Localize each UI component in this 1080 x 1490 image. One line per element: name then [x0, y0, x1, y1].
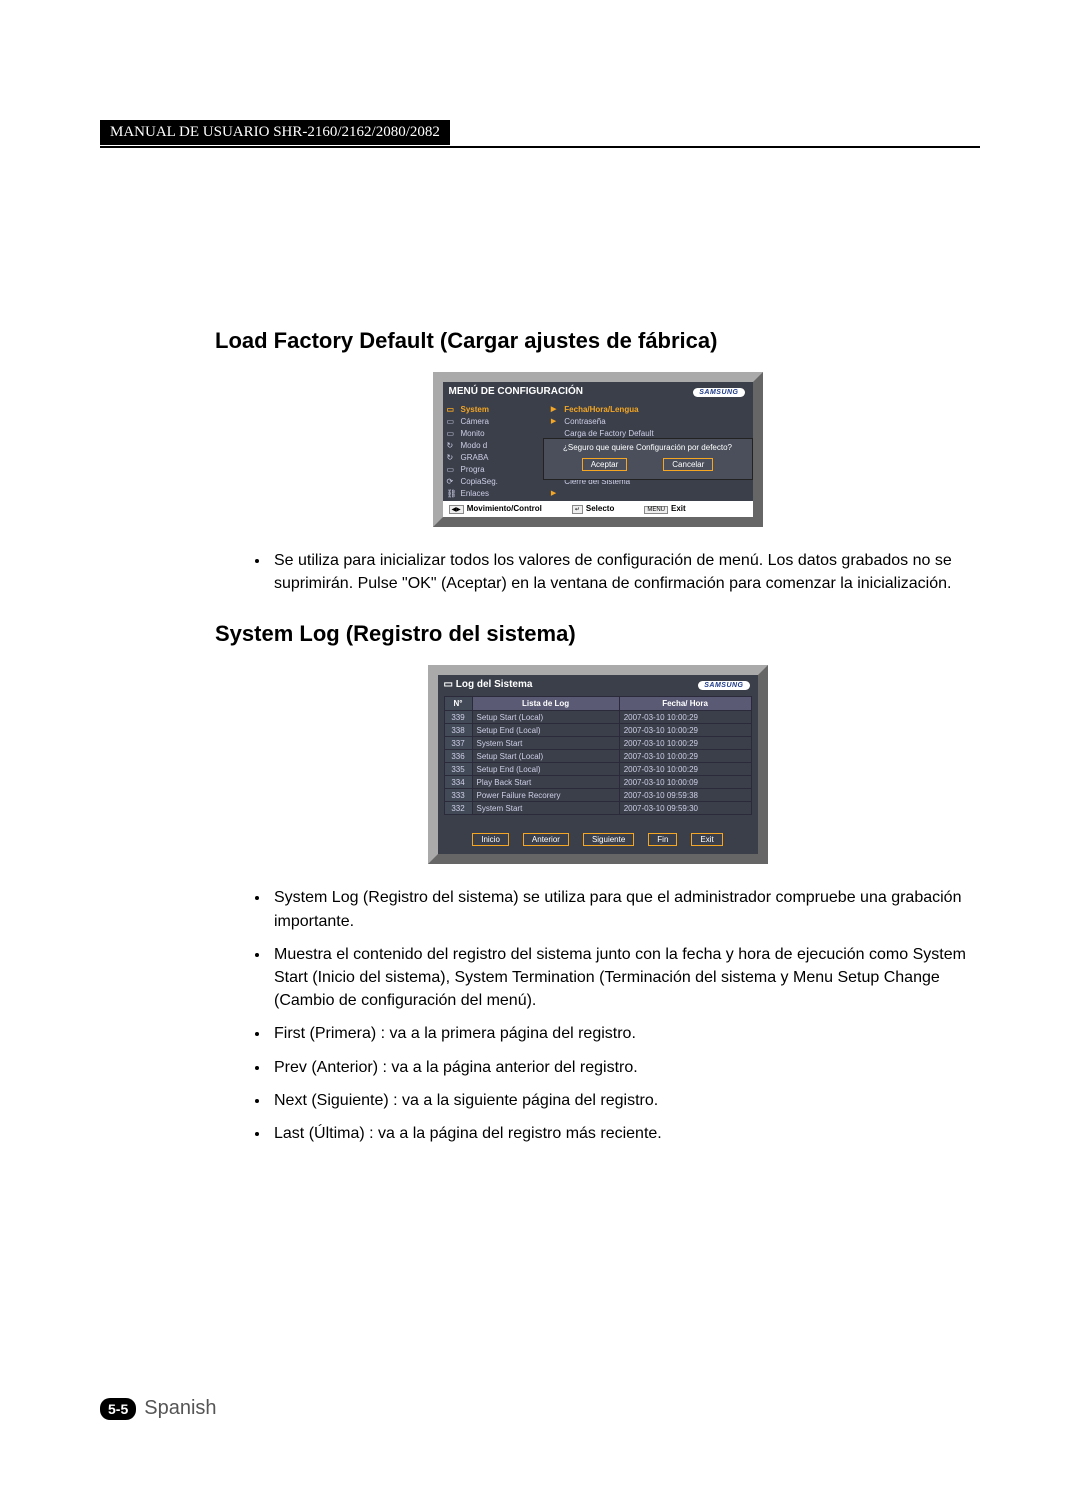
cancel-button[interactable]: Cancelar: [663, 458, 713, 471]
table-row: 334Play Back Start2007-03-10 10:00:09: [444, 776, 751, 789]
section1-heading: Load Factory Default (Cargar ajustes de …: [215, 328, 980, 354]
table-row: 335Setup End (Local)2007-03-10 10:00:29: [444, 763, 751, 776]
factory-default-screenshot: SAMSUNG MENÚ DE CONFIGURACIÓN ▭System▶ ▭…: [433, 372, 763, 527]
section2-heading: System Log (Registro del sistema): [215, 621, 980, 647]
submenu-date[interactable]: Fecha/Hora/Lengua: [564, 403, 748, 415]
bullet-text: First (Primera) : va a la primera página…: [270, 1022, 980, 1045]
menu-item-camera[interactable]: ▭Cámera▶: [447, 415, 557, 427]
table-row: 336Setup Start (Local)2007-03-10 10:00:2…: [444, 750, 751, 763]
menu-item-system[interactable]: ▭System▶: [447, 403, 557, 415]
log-table: N° Lista de Log Fecha/ Hora 339Setup Sta…: [444, 696, 752, 815]
dialog-message: ¿Seguro que quiere Configuración por def…: [550, 443, 746, 452]
table-row: 333Power Failure Recorery2007-03-10 09:5…: [444, 789, 751, 802]
section2-bullets: System Log (Registro del sistema) se uti…: [215, 886, 980, 1145]
col-date: Fecha/ Hora: [619, 697, 751, 711]
bullet-text: Muestra el contenido del registro del si…: [270, 943, 980, 1013]
submenu-password[interactable]: Contraseña: [564, 415, 748, 427]
select-key-icon: ↵: [572, 505, 583, 514]
bullet-text: Se utiliza para inicializar todos los va…: [270, 549, 980, 595]
first-button[interactable]: Inicio: [472, 833, 509, 846]
language-label: Spanish: [144, 1397, 216, 1420]
ok-button[interactable]: Aceptar: [582, 458, 628, 471]
bullet-text: Next (Siguiente) : va a la siguiente pág…: [270, 1089, 980, 1112]
col-list: Lista de Log: [472, 697, 619, 711]
menu-item-backup[interactable]: ⟳CopiaSeg.: [447, 475, 557, 487]
menu-key-icon: MENU: [644, 506, 668, 514]
brand-badge: SAMSUNG: [693, 388, 744, 397]
bullet-text: Prev (Anterior) : va a la página anterio…: [270, 1056, 980, 1079]
menu-item-program[interactable]: ▭Progra: [447, 463, 557, 475]
confirm-dialog: ¿Seguro que quiere Configuración por def…: [543, 438, 753, 480]
menu-item-links[interactable]: ⛓Enlaces▶: [447, 487, 557, 499]
menu-item-monitor[interactable]: ▭Monito: [447, 427, 557, 439]
table-row: 338Setup End (Local)2007-03-10 10:00:29: [444, 724, 751, 737]
bullet-text: Last (Última) : va a la página del regis…: [270, 1122, 980, 1145]
menu-footer: ◀▶Movimiento/Control ↵Selecto MENUExit: [443, 501, 753, 517]
exit-button[interactable]: Exit: [691, 833, 722, 846]
prev-button[interactable]: Anterior: [523, 833, 569, 846]
table-row: 332System Start2007-03-10 09:59:30: [444, 802, 751, 815]
systemlog-screenshot: SAMSUNG ▭ Log del Sistema N° Lista de Lo…: [428, 665, 768, 864]
bullet-text: System Log (Registro del sistema) se uti…: [270, 886, 980, 932]
section1-bullets: Se utiliza para inicializar todos los va…: [215, 549, 980, 595]
menu-item-mode[interactable]: ↻Modo d: [447, 439, 557, 451]
table-row: 339Setup Start (Local)2007-03-10 10:00:2…: [444, 711, 751, 724]
header-title: MANUAL DE USUARIO SHR-2160/2162/2080/208…: [100, 120, 450, 145]
nav-key-icon: ◀▶: [449, 505, 464, 514]
next-button[interactable]: Siguiente: [583, 833, 634, 846]
brand-badge: SAMSUNG: [698, 681, 749, 690]
page-number-badge: 5-5: [100, 1398, 136, 1420]
menu-item-record[interactable]: ↻GRABA: [447, 451, 557, 463]
last-button[interactable]: Fin: [648, 833, 677, 846]
col-num: N°: [444, 697, 472, 711]
table-row: 337System Start2007-03-10 10:00:29: [444, 737, 751, 750]
